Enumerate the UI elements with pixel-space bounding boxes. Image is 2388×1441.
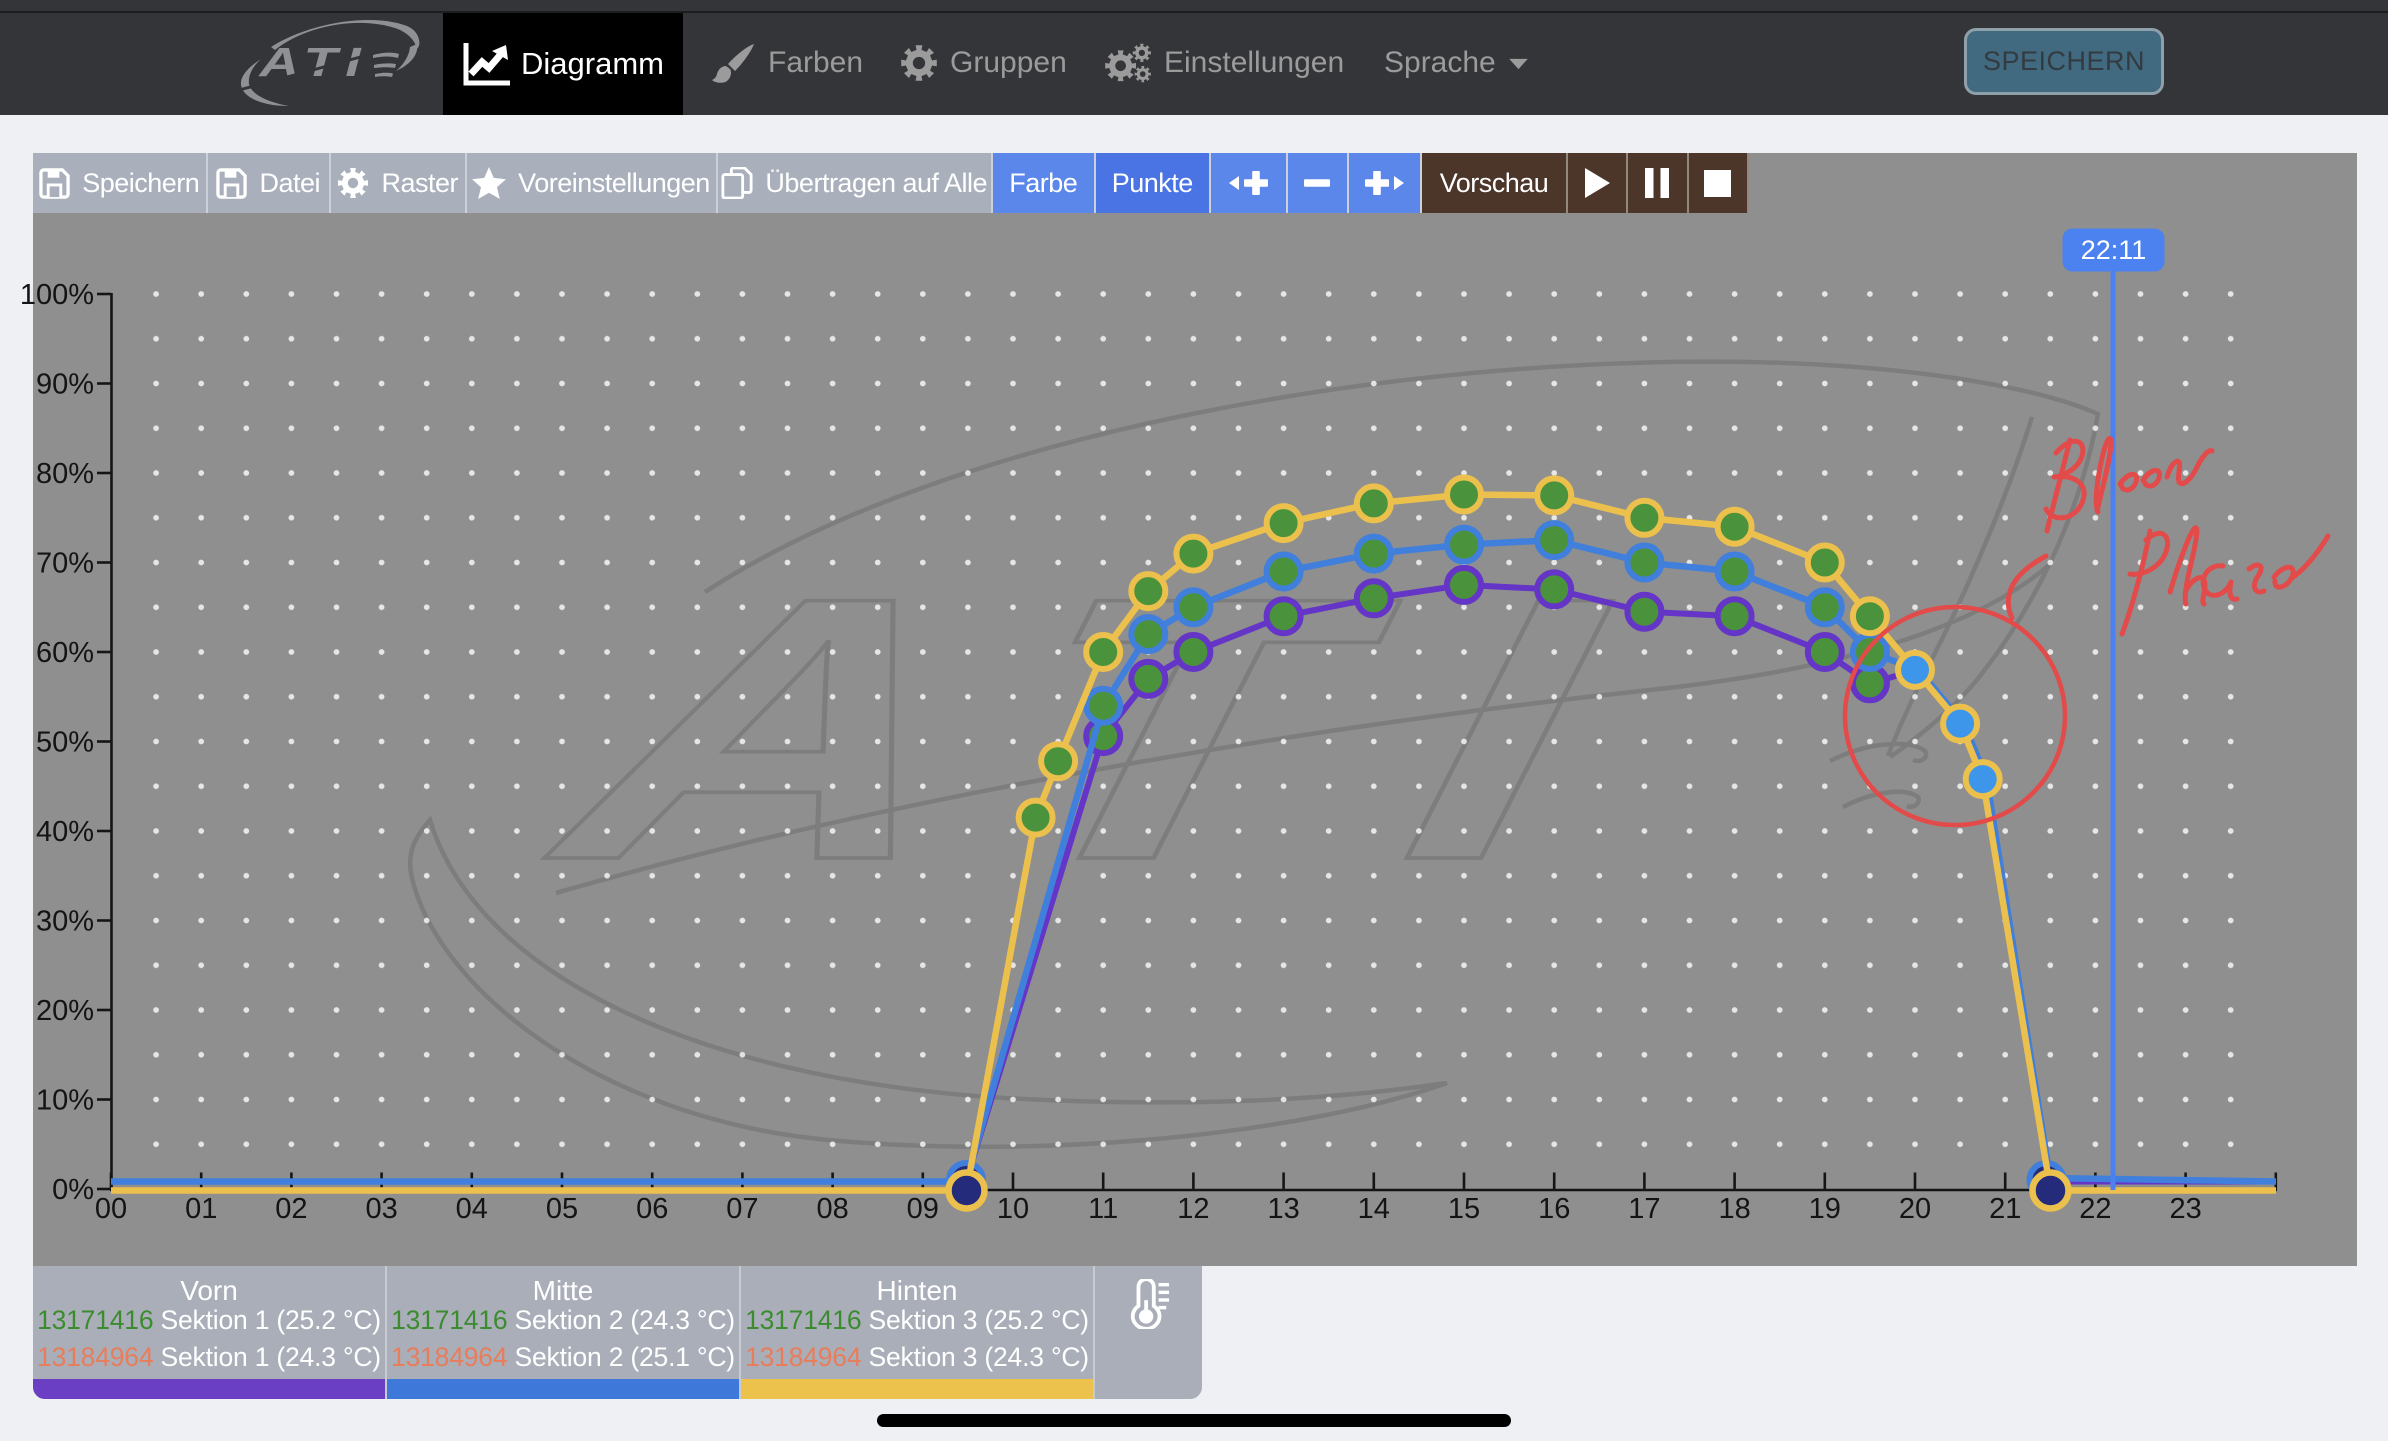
svg-text:60%: 60%	[36, 637, 94, 669]
svg-text:10: 10	[997, 1193, 1029, 1225]
svg-text:07: 07	[726, 1193, 758, 1225]
svg-text:17: 17	[1628, 1193, 1660, 1225]
svg-text:40%: 40%	[36, 816, 94, 848]
svg-text:14: 14	[1358, 1193, 1390, 1225]
svg-text:06: 06	[636, 1193, 668, 1225]
svg-text:09: 09	[907, 1193, 939, 1225]
svg-text:19: 19	[1809, 1193, 1841, 1225]
svg-text:90%: 90%	[36, 369, 94, 401]
svg-text:05: 05	[546, 1193, 578, 1225]
svg-text:23: 23	[2169, 1193, 2201, 1225]
svg-text:70%: 70%	[36, 548, 94, 580]
svg-text:02: 02	[275, 1193, 307, 1225]
svg-text:30%: 30%	[36, 906, 94, 938]
svg-text:22:11: 22:11	[2081, 235, 2147, 265]
svg-text:16: 16	[1538, 1193, 1570, 1225]
svg-text:20: 20	[1899, 1193, 1931, 1225]
svg-text:21: 21	[1989, 1193, 2021, 1225]
svg-text:18: 18	[1718, 1193, 1750, 1225]
svg-text:80%: 80%	[36, 458, 94, 490]
svg-text:13: 13	[1267, 1193, 1299, 1225]
svg-text:ATI: ATI	[258, 40, 368, 85]
svg-text:04: 04	[456, 1193, 488, 1225]
svg-text:00: 00	[95, 1193, 127, 1225]
svg-text:50%: 50%	[36, 727, 94, 759]
svg-text:0%: 0%	[52, 1174, 94, 1206]
svg-text:10%: 10%	[36, 1085, 94, 1117]
svg-text:08: 08	[816, 1193, 848, 1225]
svg-text:03: 03	[365, 1193, 397, 1225]
svg-text:01: 01	[185, 1193, 217, 1225]
svg-text:15: 15	[1448, 1193, 1480, 1225]
svg-text:22: 22	[2079, 1193, 2111, 1225]
svg-text:11: 11	[1088, 1193, 1118, 1225]
svg-text:12: 12	[1177, 1193, 1209, 1225]
svg-text:20%: 20%	[36, 995, 94, 1027]
svg-text:100%: 100%	[20, 279, 94, 311]
